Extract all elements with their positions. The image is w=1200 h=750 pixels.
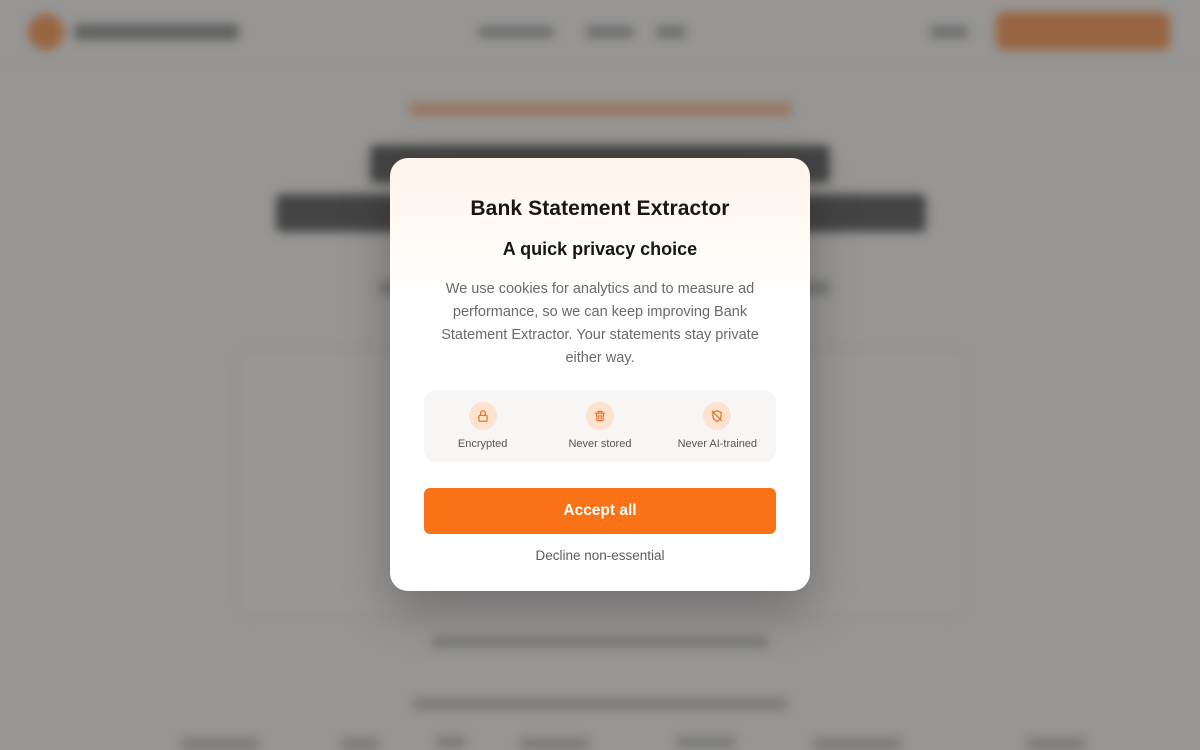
privacy-features: Encrypted Never stored Never AI-trained (424, 390, 776, 462)
accept-all-button[interactable]: Accept all (424, 488, 776, 534)
feature-never-ai-trained: Never AI-trained (662, 402, 772, 451)
decline-non-essential-button[interactable]: Decline non-essential (529, 546, 670, 565)
feature-label: Never stored (568, 438, 632, 450)
shield-off-icon (703, 402, 732, 430)
feature-label: Encrypted (457, 438, 508, 450)
feature-label: Never AI-trained (677, 438, 758, 450)
cookie-consent-dialog: Bank Statement Extractor A quick privacy… (390, 158, 810, 591)
dialog-description: We use cookies for analytics and to meas… (441, 281, 759, 366)
trash-icon (585, 402, 614, 430)
feature-never-stored: Never stored (545, 402, 655, 451)
dialog-subtitle: A quick privacy choice (502, 239, 698, 259)
feature-encrypted: Encrypted (428, 402, 538, 451)
lock-icon (468, 402, 497, 430)
dialog-title: Bank Statement Extractor (470, 197, 730, 220)
